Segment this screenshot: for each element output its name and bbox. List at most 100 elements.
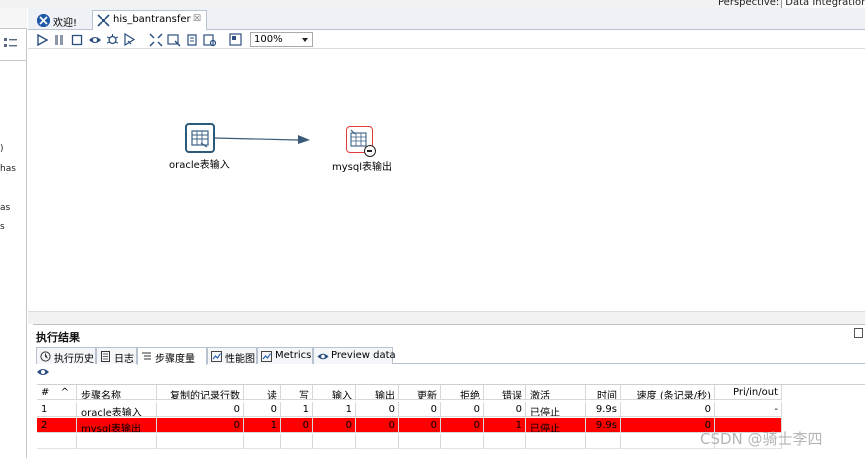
maximize-icon[interactable] (854, 328, 863, 338)
transformation-toolbar: 100% (28, 30, 865, 49)
impact-icon[interactable] (166, 32, 181, 47)
sort-ascending-icon: ^ (60, 387, 69, 398)
table-row[interactable]: 1 oracle表输入 0 0 1 1 0 0 0 0 已停止 9.9s 0 - (37, 402, 782, 417)
cell-input: 0 (313, 418, 356, 433)
cell-written: 0 (281, 418, 313, 433)
clock-icon (40, 351, 51, 362)
chart-icon (211, 351, 222, 362)
tab-step-metrics[interactable]: 步骤度量 (137, 347, 207, 365)
cell-pri-in-out: - (715, 402, 782, 417)
column-header[interactable]: # ^ (37, 385, 77, 400)
column-header[interactable]: 输入 (313, 385, 356, 400)
pause-icon[interactable] (51, 32, 66, 47)
cell-errors: 1 (484, 418, 526, 433)
cell-input: 1 (313, 402, 356, 417)
column-header[interactable]: 复制的记录行数 (157, 385, 244, 400)
sql-icon[interactable] (184, 32, 199, 47)
left-panel-divider (0, 60, 27, 61)
hop-line[interactable] (213, 137, 299, 141)
error-badge-icon (364, 145, 376, 157)
cell-read: 0 (244, 402, 281, 417)
cell-step-name: mysql表输出 (77, 418, 157, 433)
column-header[interactable]: 速度 (条记录/秒) (621, 385, 715, 400)
transformation-canvas[interactable]: oracle表输入 mysql表输出 (28, 49, 865, 311)
column-header[interactable]: 写 (281, 385, 313, 400)
document-icon (100, 351, 111, 362)
hop-arrow-icon (298, 135, 310, 144)
stop-icon[interactable] (69, 32, 84, 47)
zoom-select[interactable]: 100% (250, 32, 313, 47)
cell-step-name: oracle表输入 (77, 402, 157, 417)
replay-icon[interactable] (122, 32, 137, 47)
perspective-button-label: Data Integration (785, 0, 865, 8)
cell-active: 已停止 (526, 418, 586, 433)
empty-row (37, 434, 782, 449)
column-header[interactable]: 时间 (586, 385, 621, 400)
tab-execution-history[interactable]: 执行历史 (36, 347, 96, 365)
cell-speed: 0 (621, 402, 715, 417)
column-header[interactable]: 激活 (526, 385, 586, 400)
cell-index: 1 (37, 402, 77, 417)
column-header[interactable]: 输出 (356, 385, 399, 400)
list-view-icon[interactable] (4, 37, 20, 51)
column-header[interactable]: 错误 (484, 385, 526, 400)
column-header[interactable]: 更新 (399, 385, 441, 400)
table-input-icon (185, 123, 215, 153)
tab-label: Preview data (331, 350, 396, 361)
cell-output: 0 (356, 402, 399, 417)
watermark: CSDN @骑士李四 (700, 430, 823, 448)
column-header[interactable]: 步骤名称 (77, 385, 157, 400)
list-icon (141, 351, 152, 362)
column-header[interactable]: 读 (244, 385, 281, 400)
preview-eye-icon[interactable] (87, 32, 102, 47)
tree-fragment[interactable]: s (0, 222, 5, 232)
editor-tab-bar: 欢迎! his_bantransfer ☒ (28, 8, 865, 31)
chart-icon (261, 351, 272, 362)
left-panel-header (0, 8, 27, 29)
cell-written: 1 (281, 402, 313, 417)
table-row-error[interactable]: 2 mysql表输出 0 1 0 0 0 0 0 1 已停止 9.9s 0 (37, 418, 782, 433)
tree-fragment[interactable]: has (0, 164, 16, 174)
chevron-down-icon (302, 38, 308, 42)
zoom-value: 100% (254, 34, 283, 45)
tab-label: 步骤度量 (155, 354, 195, 365)
cell-updated: 0 (399, 402, 441, 417)
column-header[interactable]: Pri/in/out (715, 385, 782, 400)
debug-icon[interactable] (105, 32, 120, 47)
left-explorer-panel: ) has as s (0, 8, 27, 458)
tab-log[interactable]: 日志 (96, 347, 137, 365)
cell-time: 9.9s (586, 402, 621, 417)
tab-metrics[interactable]: Metrics (257, 347, 313, 364)
tab-performance-graph[interactable]: 性能图 (207, 347, 257, 365)
run-icon[interactable] (34, 32, 49, 47)
tab-label: 日志 (114, 354, 134, 365)
cell-time: 9.9s (586, 418, 621, 433)
column-header[interactable]: 拒绝 (441, 385, 484, 400)
step-label: oracle表输入 (169, 160, 230, 171)
show-active-steps-eye-icon[interactable] (36, 366, 56, 380)
tree-fragment[interactable]: as (0, 203, 10, 213)
hop-layer (213, 135, 310, 144)
explore-db-icon[interactable] (202, 32, 217, 47)
tab-welcome[interactable]: 欢迎! (32, 10, 92, 30)
transformation-icon (97, 14, 110, 27)
tab-his-bantransfer[interactable]: his_bantransfer ☒ (92, 10, 207, 31)
tab-label: 执行历史 (54, 354, 94, 365)
eye-icon (317, 351, 329, 362)
verify-icon[interactable] (148, 32, 163, 47)
tab-label: Metrics (275, 350, 312, 361)
tab-preview-data[interactable]: Preview data (313, 347, 396, 364)
cell-output: 0 (356, 418, 399, 433)
show-results-icon[interactable] (228, 32, 243, 47)
close-tab-icon[interactable]: ☒ (193, 14, 201, 24)
cell-read: 1 (244, 418, 281, 433)
canvas-horizontal-scrollbar[interactable] (28, 311, 865, 324)
cell-copied-rows: 0 (157, 418, 244, 433)
cell-copied-rows: 0 (157, 402, 244, 417)
tree-fragment[interactable]: ) (0, 144, 4, 154)
cell-active: 已停止 (526, 402, 586, 417)
results-title: 执行结果 (36, 331, 80, 344)
tab-label: 性能图 (225, 354, 255, 365)
results-tab-bar: 执行历史 日志 步骤度量 性能图 Metrics Preview data (36, 347, 865, 365)
perspective-label: Perspective: (718, 0, 780, 8)
